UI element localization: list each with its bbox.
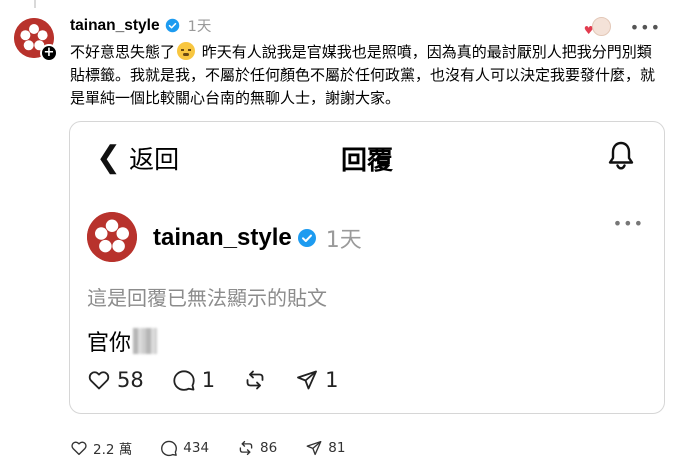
inner-like: 58 bbox=[87, 368, 144, 392]
bell-icon bbox=[608, 141, 634, 170]
plum-blossom-logo-icon bbox=[87, 212, 137, 262]
embedded-screenshot-card[interactable]: ❮ 返回 回覆 tainan_style 1天 ••• 這是回覆已無法顯示的貼文… bbox=[69, 121, 665, 414]
repost-count: 86 bbox=[260, 440, 278, 456]
send-icon bbox=[297, 370, 318, 390]
inner-share: 1 bbox=[295, 368, 338, 392]
unavailable-notice: 這是回覆已無法顯示的貼文 bbox=[87, 286, 327, 310]
comment-button[interactable]: 434 bbox=[160, 439, 209, 457]
inner-post-header: tainan_style 1天 bbox=[153, 222, 362, 254]
inner-post-time: 1天 bbox=[325, 228, 362, 253]
send-icon bbox=[306, 440, 322, 456]
reply-text-content: 官你 bbox=[87, 331, 132, 356]
share-button[interactable]: 81 bbox=[305, 439, 345, 457]
reply-text: 官你 bbox=[87, 325, 158, 357]
inner-avatar bbox=[87, 212, 137, 262]
blurred-censor bbox=[133, 328, 158, 354]
inner-comment: 1 bbox=[172, 368, 215, 392]
verified-badge-icon bbox=[165, 18, 179, 33]
comment-icon bbox=[161, 440, 178, 457]
like-count: 2.2 萬 bbox=[93, 442, 133, 458]
post-action-bar: 2.2 萬 434 86 81 bbox=[70, 438, 373, 458]
verified-badge-icon bbox=[297, 229, 316, 247]
mini-avatar bbox=[591, 17, 611, 36]
repost-button[interactable]: 86 bbox=[237, 439, 277, 457]
sweat-emoji-icon bbox=[177, 42, 196, 60]
card-nav-bar: ❮ 返回 回覆 bbox=[70, 122, 664, 192]
comment-icon bbox=[173, 370, 195, 391]
post-header: tainan_style 1天 bbox=[70, 15, 211, 36]
inner-username: tainan_style bbox=[153, 224, 292, 251]
follow-plus-icon[interactable]: + bbox=[40, 44, 58, 62]
post-time: 1天 bbox=[187, 19, 212, 35]
like-button[interactable]: 2.2 萬 bbox=[70, 438, 132, 458]
inner-like-count: 58 bbox=[117, 368, 144, 392]
inner-share-count: 1 bbox=[325, 368, 339, 392]
more-options-icon[interactable]: ••• bbox=[630, 18, 661, 37]
post-text-part-1: 不好意思失態了 bbox=[70, 43, 176, 61]
username[interactable]: tainan_style bbox=[70, 17, 160, 35]
liked-by-indicator[interactable]: ♥ bbox=[584, 16, 611, 38]
card-title: 回覆 bbox=[340, 146, 393, 176]
more-options-icon: ••• bbox=[612, 214, 644, 233]
header-actions: ♥ ••• bbox=[584, 16, 661, 38]
heart-icon bbox=[88, 371, 110, 390]
thread-line bbox=[34, 0, 36, 8]
post-body: 不好意思失態了 昨天有人說我是官媒我也是照噴，因為真的最討厭別人把我分門別類貼標… bbox=[70, 41, 666, 110]
inner-action-bar: 58 1 1 bbox=[87, 368, 366, 392]
inner-repost bbox=[243, 368, 267, 392]
inner-comment-count: 1 bbox=[201, 368, 216, 392]
comment-count: 434 bbox=[183, 440, 210, 456]
repost-icon bbox=[239, 440, 253, 456]
repost-icon bbox=[246, 370, 264, 390]
heart-icon bbox=[71, 441, 87, 456]
share-count: 81 bbox=[328, 440, 346, 456]
